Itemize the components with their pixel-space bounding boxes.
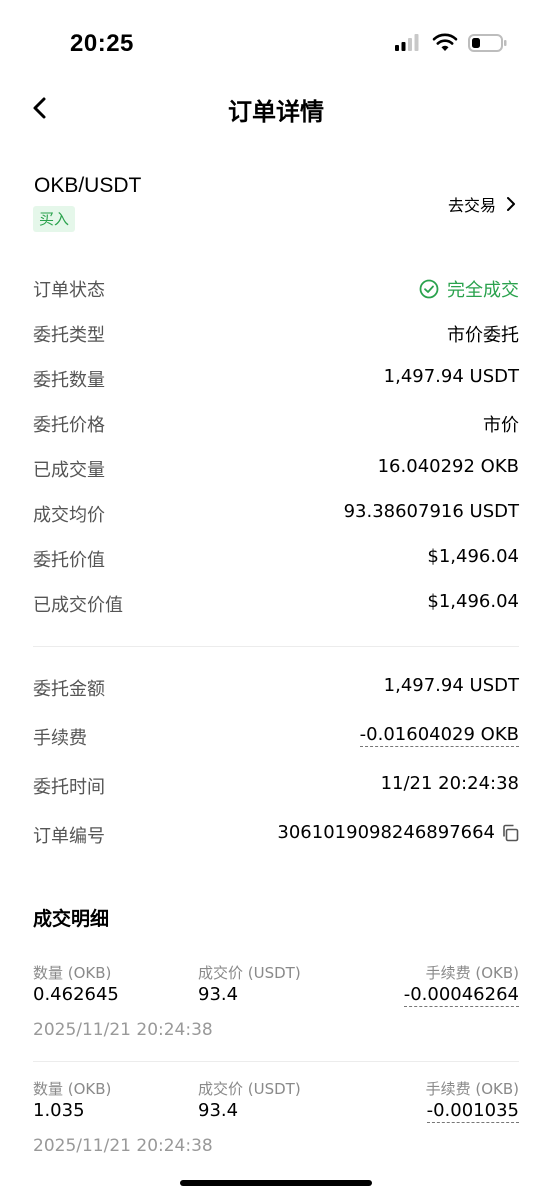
check-circle-icon <box>419 279 439 299</box>
price-caption: 成交价 (USDT) <box>198 1080 301 1098</box>
detail-value: 11/21 20:24:38 <box>380 773 519 794</box>
qty-caption: 数量 (OKB) <box>33 964 112 982</box>
detail-value: 1,497.94 USDT <box>383 366 519 387</box>
detail-row-price: 委托价格 市价 <box>33 411 519 441</box>
detail-label: 已成交量 <box>33 460 105 481</box>
detail-row-status: 订单状态 完全成交 <box>33 276 519 306</box>
wifi-icon <box>432 33 458 51</box>
detail-row-order-time: 委托时间 11/21 20:24:38 <box>33 773 519 803</box>
order-status-value: 完全成交 <box>419 276 519 302</box>
detail-label: 已成交价值 <box>33 595 123 616</box>
side-badge: 买入 <box>33 206 76 232</box>
status-time: 20:25 <box>70 30 134 57</box>
detail-label: 订单编号 <box>33 826 105 847</box>
fill-price: 93.4 <box>198 984 239 1005</box>
detail-label: 委托时间 <box>33 777 105 798</box>
pair-name: OKB/USDT <box>34 174 142 197</box>
detail-label: 委托金额 <box>33 679 105 700</box>
price-caption: 成交价 (USDT) <box>198 964 301 982</box>
fee-caption: 手续费 (OKB) <box>425 1080 519 1098</box>
detail-row-avg-price: 成交均价 93.38607916 USDT <box>33 501 519 531</box>
fill-qty: 1.035 <box>33 1100 85 1121</box>
order-id-value: 3061019098246897664 <box>277 822 519 843</box>
fee-value[interactable]: -0.01604029 OKB <box>359 724 519 747</box>
home-indicator[interactable] <box>180 1180 372 1186</box>
order-id-text: 3061019098246897664 <box>277 822 495 843</box>
detail-row-order-value: 委托价值 $1,496.04 <box>33 546 519 576</box>
detail-label: 委托类型 <box>33 325 105 346</box>
fill-fee[interactable]: -0.00046264 <box>403 984 519 1007</box>
chevron-right-icon <box>507 197 516 211</box>
detail-value: 市价委托 <box>447 325 519 346</box>
qty-caption: 数量 (OKB) <box>33 1080 112 1098</box>
fill-item: 数量 (OKB) 成交价 (USDT) 手续费 (OKB) 0.462645 9… <box>33 962 519 1052</box>
detail-row-fee: 手续费 -0.01604029 OKB <box>33 724 519 754</box>
go-trade-link[interactable]: 去交易 <box>448 192 516 216</box>
detail-value: $1,496.04 <box>427 591 519 612</box>
detail-row-filled-value: 已成交价值 $1,496.04 <box>33 591 519 621</box>
status-icons <box>394 33 508 53</box>
detail-value: 市价 <box>483 415 519 436</box>
detail-value: 16.040292 OKB <box>377 456 519 477</box>
fee-caption: 手续费 (OKB) <box>425 964 519 982</box>
detail-label: 手续费 <box>33 728 87 749</box>
divider <box>33 646 519 647</box>
battery-icon <box>468 34 507 52</box>
signal-icon <box>395 34 419 51</box>
fill-item: 数量 (OKB) 成交价 (USDT) 手续费 (OKB) 1.035 93.4… <box>33 1078 519 1168</box>
page-title: 订单详情 <box>228 98 324 126</box>
fill-fee[interactable]: -0.001035 <box>426 1100 519 1123</box>
fill-time: 2025/11/21 20:24:38 <box>33 1020 213 1040</box>
copy-icon[interactable] <box>501 824 519 842</box>
detail-row-type: 委托类型 市价委托 <box>33 321 519 351</box>
detail-row-order-id: 订单编号 3061019098246897664 <box>33 822 519 852</box>
status-text: 完全成交 <box>447 280 519 301</box>
detail-label: 委托数量 <box>33 370 105 391</box>
detail-label: 委托价值 <box>33 550 105 571</box>
fill-qty: 0.462645 <box>33 984 119 1005</box>
detail-label: 委托价格 <box>33 415 105 436</box>
go-trade-label: 去交易 <box>448 196 497 215</box>
detail-row-filled: 已成交量 16.040292 OKB <box>33 456 519 486</box>
detail-value: $1,496.04 <box>427 546 519 567</box>
divider <box>33 1061 519 1062</box>
detail-label: 订单状态 <box>33 280 105 301</box>
detail-value: 93.38607916 USDT <box>343 501 519 522</box>
detail-value: 1,497.94 USDT <box>383 675 519 696</box>
fill-price: 93.4 <box>198 1100 239 1121</box>
detail-row-order-amount: 委托金额 1,497.94 USDT <box>33 675 519 705</box>
fills-section-title: 成交明细 <box>33 908 110 930</box>
fill-time: 2025/11/21 20:24:38 <box>33 1136 213 1156</box>
detail-row-amount: 委托数量 1,497.94 USDT <box>33 366 519 396</box>
detail-label: 成交均价 <box>33 505 105 526</box>
